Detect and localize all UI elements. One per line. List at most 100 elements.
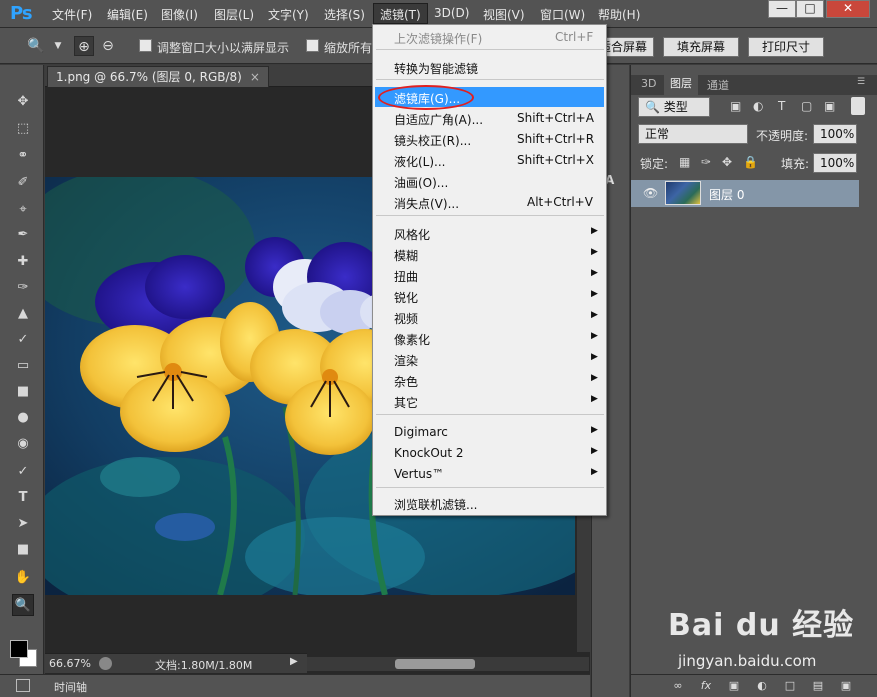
- type-tool-icon[interactable]: T: [12, 487, 34, 509]
- timeline-icon[interactable]: [16, 679, 30, 692]
- zoom-all-checkbox[interactable]: [306, 39, 319, 52]
- new-group-icon[interactable]: □: [783, 679, 797, 693]
- clone-stamp-tool-icon[interactable]: ▲: [12, 303, 34, 325]
- timeline-tab[interactable]: 时间轴: [54, 679, 87, 695]
- filter-adjustment-icon[interactable]: ◐: [753, 99, 763, 113]
- menu-item-convert-smart-filter[interactable]: 转换为智能滤镜: [375, 57, 604, 77]
- menu-item-browse-online-filters[interactable]: 浏览联机滤镜...: [375, 493, 604, 513]
- menu-item-knockout[interactable]: KnockOut 2 ▶: [375, 443, 604, 463]
- adjustment-layer-icon[interactable]: ◐: [755, 679, 769, 693]
- zoom-out-icon[interactable]: ⊖: [98, 36, 118, 56]
- lock-position-icon[interactable]: ✥: [722, 155, 732, 169]
- tab-3d[interactable]: 3D: [641, 77, 656, 90]
- menu-item-vanishing-point[interactable]: 消失点(V)... Alt+Ctrl+V: [375, 192, 604, 212]
- add-mask-icon[interactable]: ▣: [727, 679, 741, 693]
- menu-item-adaptive-wide-angle[interactable]: 自适应广角(A)... Shift+Ctrl+A: [375, 108, 604, 128]
- hand-tool-icon[interactable]: ✋: [12, 567, 34, 589]
- gradient-tool-icon[interactable]: ■: [12, 381, 34, 403]
- menu-item-lens-correction[interactable]: 镜头校正(R)... Shift+Ctrl+R: [375, 129, 604, 149]
- menu-item-vertus[interactable]: Vertus™ ▶: [375, 464, 604, 484]
- document-tab[interactable]: 1.png @ 66.7% (图层 0, RGB/8) ×: [47, 66, 269, 87]
- tab-layers[interactable]: 图层: [664, 75, 698, 95]
- pen-tool-icon[interactable]: ✓: [12, 461, 34, 483]
- status-menu-arrow-icon[interactable]: ▶: [290, 656, 298, 667]
- menu-item-render[interactable]: 渲染 ▶: [375, 349, 604, 369]
- foreground-color-swatch[interactable]: [10, 640, 28, 658]
- filter-shape-icon[interactable]: ▢: [801, 99, 812, 113]
- lock-all-icon[interactable]: 🔒: [743, 155, 758, 169]
- menu-type[interactable]: 文字(Y): [268, 6, 309, 23]
- rectangle-tool-icon[interactable]: ■: [12, 539, 34, 561]
- horizontal-scrollbar[interactable]: [307, 657, 589, 671]
- menu-item-video[interactable]: 视频 ▶: [375, 307, 604, 327]
- move-tool-icon[interactable]: ✥: [12, 91, 34, 113]
- menu-item-digimarc[interactable]: Digimarc ▶: [375, 422, 604, 442]
- menu-item-stylize[interactable]: 风格化 ▶: [375, 223, 604, 243]
- fx-icon[interactable]: fx: [699, 679, 713, 693]
- chevron-down-icon[interactable]: ▼: [48, 36, 68, 56]
- menu-item-sharpen[interactable]: 锐化 ▶: [375, 286, 604, 306]
- menu-image[interactable]: 图像(I): [161, 6, 198, 23]
- filter-smart-object-icon[interactable]: ▣: [824, 99, 835, 113]
- layer-row[interactable]: 👁 图层 0: [631, 180, 859, 207]
- opacity-input[interactable]: 100%: [813, 124, 857, 144]
- menu-help[interactable]: 帮助(H): [598, 6, 640, 23]
- layer-name[interactable]: 图层 0: [709, 186, 744, 203]
- eraser-tool-icon[interactable]: ▭: [12, 355, 34, 377]
- marquee-tool-icon[interactable]: ⬚: [12, 118, 34, 140]
- eyedropper-tool-icon[interactable]: ✒: [12, 224, 34, 246]
- lock-transparent-icon[interactable]: ▦: [679, 155, 690, 169]
- close-tab-icon[interactable]: ×: [250, 70, 260, 84]
- link-layers-icon[interactable]: ∞: [671, 679, 685, 693]
- menu-item-liquify[interactable]: 液化(L)... Shift+Ctrl+X: [375, 150, 604, 170]
- crop-tool-icon[interactable]: ⌖: [12, 199, 34, 221]
- filter-pixel-icon[interactable]: ▣: [730, 99, 741, 113]
- status-info-icon[interactable]: [99, 657, 112, 670]
- zoom-tool-preset-icon[interactable]: 🔍: [26, 36, 46, 56]
- blur-tool-icon[interactable]: ●: [12, 407, 34, 429]
- tab-channels[interactable]: 通道: [707, 77, 729, 93]
- menu-edit[interactable]: 编辑(E): [107, 6, 148, 23]
- blend-mode-select[interactable]: 正常: [638, 124, 748, 144]
- panel-menu-icon[interactable]: ☰: [857, 77, 865, 87]
- healing-brush-tool-icon[interactable]: ✚: [12, 251, 34, 273]
- close-window-button[interactable]: ✕: [826, 0, 870, 18]
- print-size-button[interactable]: 打印尺寸: [748, 37, 824, 57]
- menu-file[interactable]: 文件(F): [52, 6, 92, 23]
- path-selection-tool-icon[interactable]: ➤: [12, 513, 34, 535]
- menu-filter[interactable]: 滤镜(T): [373, 3, 428, 24]
- menu-item-distort[interactable]: 扭曲 ▶: [375, 265, 604, 285]
- menu-view[interactable]: 视图(V): [483, 6, 525, 23]
- minimize-button[interactable]: —: [768, 0, 796, 18]
- brush-tool-icon[interactable]: ✑: [12, 277, 34, 299]
- new-layer-icon[interactable]: ▤: [811, 679, 825, 693]
- menu-item-blur[interactable]: 模糊 ▶: [375, 244, 604, 264]
- zoom-tool-icon[interactable]: 🔍: [12, 594, 34, 616]
- menu-layer[interactable]: 图层(L): [214, 6, 254, 23]
- menu-item-other[interactable]: 其它 ▶: [375, 391, 604, 411]
- menu-3d[interactable]: 3D(D): [434, 6, 469, 20]
- layer-filter-kind-select[interactable]: 🔍 类型: [638, 97, 710, 117]
- trash-icon[interactable]: ▣: [839, 679, 853, 693]
- eye-icon[interactable]: 👁: [643, 186, 658, 200]
- menu-item-pixelate[interactable]: 像素化 ▶: [375, 328, 604, 348]
- menu-select[interactable]: 选择(S): [324, 6, 365, 23]
- quick-select-tool-icon[interactable]: ✐: [12, 172, 34, 194]
- fill-screen-button[interactable]: 填充屏幕: [663, 37, 739, 57]
- filter-type-icon[interactable]: T: [778, 99, 785, 113]
- filter-toggle-icon[interactable]: [851, 97, 865, 115]
- resize-windows-checkbox[interactable]: [139, 39, 152, 52]
- maximize-button[interactable]: □: [796, 0, 824, 18]
- menu-item-noise[interactable]: 杂色 ▶: [375, 370, 604, 390]
- menu-window[interactable]: 窗口(W): [540, 6, 585, 23]
- zoom-level[interactable]: 66.67%: [49, 657, 91, 670]
- menu-item-label: 镜头校正(R)...: [394, 134, 472, 148]
- lock-image-pixels-icon[interactable]: ✑: [701, 155, 711, 169]
- menu-item-oil-paint[interactable]: 油画(O)...: [375, 171, 604, 191]
- lasso-tool-icon[interactable]: ⚭: [12, 145, 34, 167]
- dodge-tool-icon[interactable]: ◉: [12, 433, 34, 455]
- zoom-in-icon[interactable]: ⊕: [74, 36, 94, 56]
- horizontal-scrollbar-thumb[interactable]: [395, 659, 475, 669]
- fill-input[interactable]: 100%: [813, 153, 857, 173]
- history-brush-tool-icon[interactable]: ✓: [12, 329, 34, 351]
